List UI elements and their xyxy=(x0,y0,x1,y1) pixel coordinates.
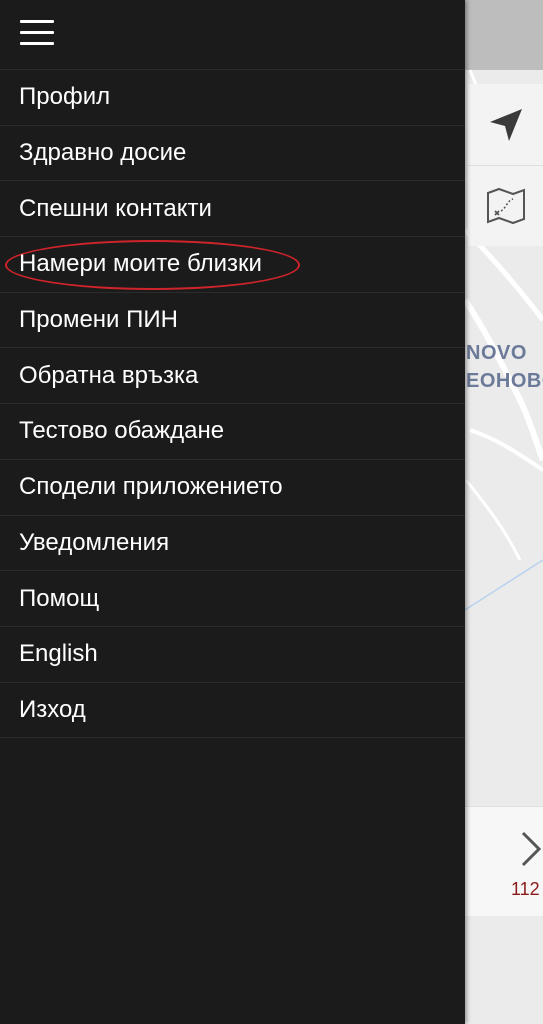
menu-item-label: Уведомления xyxy=(19,528,170,556)
menu-item-test-call[interactable]: Тестово обаждане xyxy=(0,404,465,460)
menu-item-label: English xyxy=(19,640,98,668)
menu-item-emergency-contacts[interactable]: Спешни контакти xyxy=(0,181,465,238)
menu-item-find-my-relatives[interactable]: Намери моите близки xyxy=(0,237,465,293)
hamburger-menu-icon[interactable] xyxy=(20,20,56,46)
navigation-arrow-icon xyxy=(489,108,522,141)
navigation-drawer: Профил Здравно досие Спешни контакти Нам… xyxy=(0,0,465,1024)
menu-item-help[interactable]: Помощ xyxy=(0,571,465,627)
menu-item-change-pin[interactable]: Промени ПИН xyxy=(0,293,465,349)
menu-item-label: Здравно досие xyxy=(19,139,187,167)
menu-item-label: Сподели приложението xyxy=(19,473,283,501)
menu-item-label: Спешни контакти xyxy=(19,194,212,222)
emergency-number: 112 xyxy=(511,879,540,899)
menu-item-label: Промени ПИН xyxy=(19,306,178,334)
menu-item-label: Профил xyxy=(19,83,111,111)
menu-item-english[interactable]: English xyxy=(0,627,465,683)
menu-item-label: Помощ xyxy=(19,584,100,612)
map-mode-button[interactable] xyxy=(468,165,543,246)
menu-item-label: Намери моите близки xyxy=(19,250,262,278)
menu-item-label: Изход xyxy=(19,695,86,723)
bottom-panel[interactable]: 112 xyxy=(465,806,543,916)
navigation-button[interactable] xyxy=(468,84,543,165)
drawer-menu: Профил Здравно досие Спешни контакти Нам… xyxy=(0,70,465,739)
map-mode-icon xyxy=(486,187,525,225)
menu-item-label: Обратна връзка xyxy=(19,361,199,389)
drawer-header xyxy=(0,0,465,70)
menu-item-logout[interactable]: Изход xyxy=(0,683,465,739)
menu-item-profile[interactable]: Профил xyxy=(0,70,465,126)
menu-item-feedback[interactable]: Обратна връзка xyxy=(0,348,465,405)
menu-item-label: Тестово обаждане xyxy=(19,417,225,445)
map-label-novo: NOVO xyxy=(466,342,527,364)
map-label-eonovo: EOHOBO xyxy=(466,370,543,392)
chevron-right-icon xyxy=(521,831,542,867)
menu-item-health-record[interactable]: Здравно досие xyxy=(0,126,465,182)
menu-item-notifications[interactable]: Уведомления xyxy=(0,516,465,572)
map-controls xyxy=(468,84,543,246)
menu-item-share-app[interactable]: Сподели приложението xyxy=(0,460,465,516)
